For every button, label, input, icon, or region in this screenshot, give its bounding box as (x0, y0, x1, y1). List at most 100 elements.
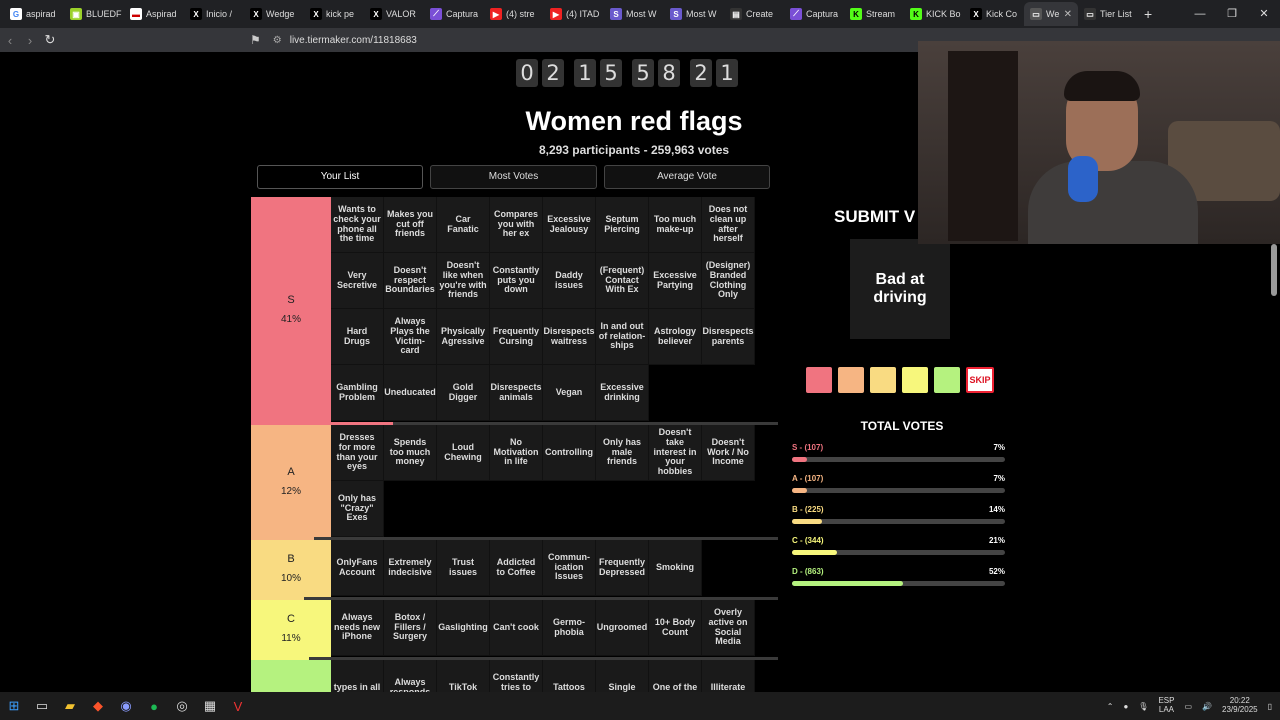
maximize-icon[interactable]: ❐ (1216, 0, 1248, 28)
browser-tab[interactable]: ▭ Tier List (1078, 2, 1138, 26)
page-scrollbar[interactable] (1271, 244, 1277, 296)
browser-tab[interactable]: Xkick pe (304, 2, 364, 26)
spotify-icon[interactable]: ● (140, 692, 168, 720)
reload-icon[interactable]: ↻ (40, 32, 60, 48)
tier-item[interactable]: Dresses for more than your eyes (331, 425, 384, 481)
language-indicator[interactable]: ESP LAA (1158, 696, 1174, 715)
browser-tab[interactable]: ▶ (4) stre (484, 2, 544, 26)
clock[interactable]: 20:22 23/9/2025 (1222, 696, 1258, 715)
tier-swatch-button[interactable] (870, 367, 896, 393)
tier-item[interactable]: Excessive Jealousy (543, 197, 596, 253)
browser-tab[interactable]: X Kick Co (964, 2, 1024, 26)
browser-tab[interactable]: ▬ Aspirad (124, 2, 184, 26)
tier-item[interactable]: Always responds (384, 660, 437, 692)
tier-item[interactable]: Single (596, 660, 649, 692)
tier-item[interactable]: Wants to check your phone all the time (331, 197, 384, 253)
microphone-tray-icon[interactable]: 🎙 (1138, 702, 1148, 711)
network-status-icon[interactable]: ● (1123, 702, 1128, 711)
windows-start-icon[interactable]: ⊞ (0, 692, 28, 720)
tier-item[interactable]: Frequently Depressed (596, 540, 649, 596)
tier-item[interactable]: Trust issues (437, 540, 490, 596)
tier-item[interactable]: Gambling Problem (331, 365, 384, 421)
tier-item[interactable]: Constantly puts you down (490, 253, 543, 309)
tier-item[interactable]: Only has male friends (596, 425, 649, 481)
tier-item[interactable]: Doesn't like when you're with friends (437, 253, 490, 309)
tier-item[interactable]: Gold Digger (437, 365, 490, 421)
tier-item[interactable]: 10+ Body Count (649, 600, 702, 656)
tier-item[interactable]: Too much make-up (649, 197, 702, 253)
tier-item[interactable]: Addicted to Coffee (490, 540, 543, 596)
tier-item[interactable]: Commun-ication Issues (543, 540, 596, 596)
browser-tab[interactable]: ▭ We ✕ (1024, 2, 1078, 26)
tier-item[interactable]: Does not clean up after herself (702, 197, 755, 253)
tier-item[interactable]: (Frequent) Contact With Ex (596, 253, 649, 309)
browser-tab[interactable]: ⟋ Captura (424, 2, 484, 26)
volume-icon[interactable]: 🔊 (1202, 702, 1212, 711)
close-tab-icon[interactable]: ✕ (1064, 9, 1072, 20)
browser-tab[interactable]: Gaspirad (4, 2, 64, 26)
tier-item[interactable]: One of the (649, 660, 702, 692)
tier-item[interactable]: Doesn't take interest in your hobbies (649, 425, 702, 481)
valorant-icon[interactable]: V (224, 692, 252, 720)
back-icon[interactable]: ‹ (0, 33, 20, 48)
tab-most-votes[interactable]: Most Votes (430, 165, 597, 189)
site-info-icon[interactable]: ⚙ (273, 35, 282, 46)
tier-item[interactable]: Tattoos (543, 660, 596, 692)
tier-item[interactable]: Disrespects animals (490, 365, 543, 421)
tier-item[interactable]: Disrespects parents (702, 309, 755, 365)
forward-icon[interactable]: › (20, 33, 40, 48)
tier-item[interactable]: Compares you with her ex (490, 197, 543, 253)
steam-icon[interactable]: ◎ (168, 692, 196, 720)
browser-tab[interactable]: S Most W (664, 2, 724, 26)
tier-item[interactable]: In and out of relation-ships (596, 309, 649, 365)
tier-item[interactable]: Hard Drugs (331, 309, 384, 365)
browser-tab[interactable]: X VALOR (364, 2, 424, 26)
tier-item[interactable]: Astrology believer (649, 309, 702, 365)
current-item-card[interactable]: Bad at driving (850, 239, 950, 339)
tier-item[interactable]: Can't cook (490, 600, 543, 656)
tier-item[interactable]: Disrespects waitress (543, 309, 596, 365)
tier-item[interactable]: Constantly tries to take (490, 660, 543, 692)
skip-button[interactable]: SKIP (966, 367, 994, 393)
file-explorer-icon[interactable]: ▰ (56, 692, 84, 720)
browser-tab[interactable]: X Wedge (244, 2, 304, 26)
tier-swatch-button[interactable] (838, 367, 864, 393)
tier-item[interactable]: Always Plays the Victim-card (384, 309, 437, 365)
browser-tab[interactable]: ▶ (4) ITAD (544, 2, 604, 26)
new-tab-icon[interactable]: + (1144, 6, 1152, 22)
tier-item[interactable]: Excessive Partying (649, 253, 702, 309)
tier-item[interactable]: Only has "Crazy" Exes (331, 481, 384, 537)
tier-item[interactable]: No Motivation in life (490, 425, 543, 481)
browser-tab[interactable]: ⟋ Captura (784, 2, 844, 26)
tier-item[interactable]: Germo-phobia (543, 600, 596, 656)
tier-item[interactable]: Septum Piercing (596, 197, 649, 253)
tier-item[interactable]: Very Secretive (331, 253, 384, 309)
tier-item[interactable]: Smoking (649, 540, 702, 596)
tier-swatch-button[interactable] (806, 367, 832, 393)
display-icon[interactable]: ▭ (1184, 702, 1192, 711)
tier-item[interactable]: Vegan (543, 365, 596, 421)
browser-tab[interactable]: ▤ Create (724, 2, 784, 26)
tier-item[interactable]: Extremely indecisive (384, 540, 437, 596)
tier-item[interactable]: Makes you cut off friends (384, 197, 437, 253)
tier-item[interactable]: Illiterate (702, 660, 755, 692)
tier-item[interactable]: Frequently Cursing (490, 309, 543, 365)
tab-your-list[interactable]: Your List (257, 165, 423, 189)
brave-browser-icon[interactable]: ◆ (84, 692, 112, 720)
browser-tab[interactable]: ▣ BLUEDF (64, 2, 124, 26)
tier-item[interactable]: Overly active on Social Media (702, 600, 755, 656)
tier-swatch-button[interactable] (902, 367, 928, 393)
notifications-icon[interactable]: ▯ (1268, 702, 1272, 711)
browser-tab[interactable]: K Stream (844, 2, 904, 26)
tier-item[interactable]: Physically Agressive (437, 309, 490, 365)
discord-icon[interactable]: ◉ (112, 692, 140, 720)
tier-item[interactable]: TikTok (437, 660, 490, 692)
tier-item[interactable]: (Designer) Branded Clothing Only (702, 253, 755, 309)
browser-tab[interactable]: S Most W (604, 2, 664, 26)
tier-item[interactable]: Gaslighting (437, 600, 490, 656)
tier-item[interactable]: Car Fanatic (437, 197, 490, 253)
tier-item[interactable]: Loud Chewing (437, 425, 490, 481)
tier-item[interactable]: Daddy issues (543, 253, 596, 309)
tier-item[interactable]: Excessive drinking (596, 365, 649, 421)
tier-item[interactable]: Controlling (543, 425, 596, 481)
